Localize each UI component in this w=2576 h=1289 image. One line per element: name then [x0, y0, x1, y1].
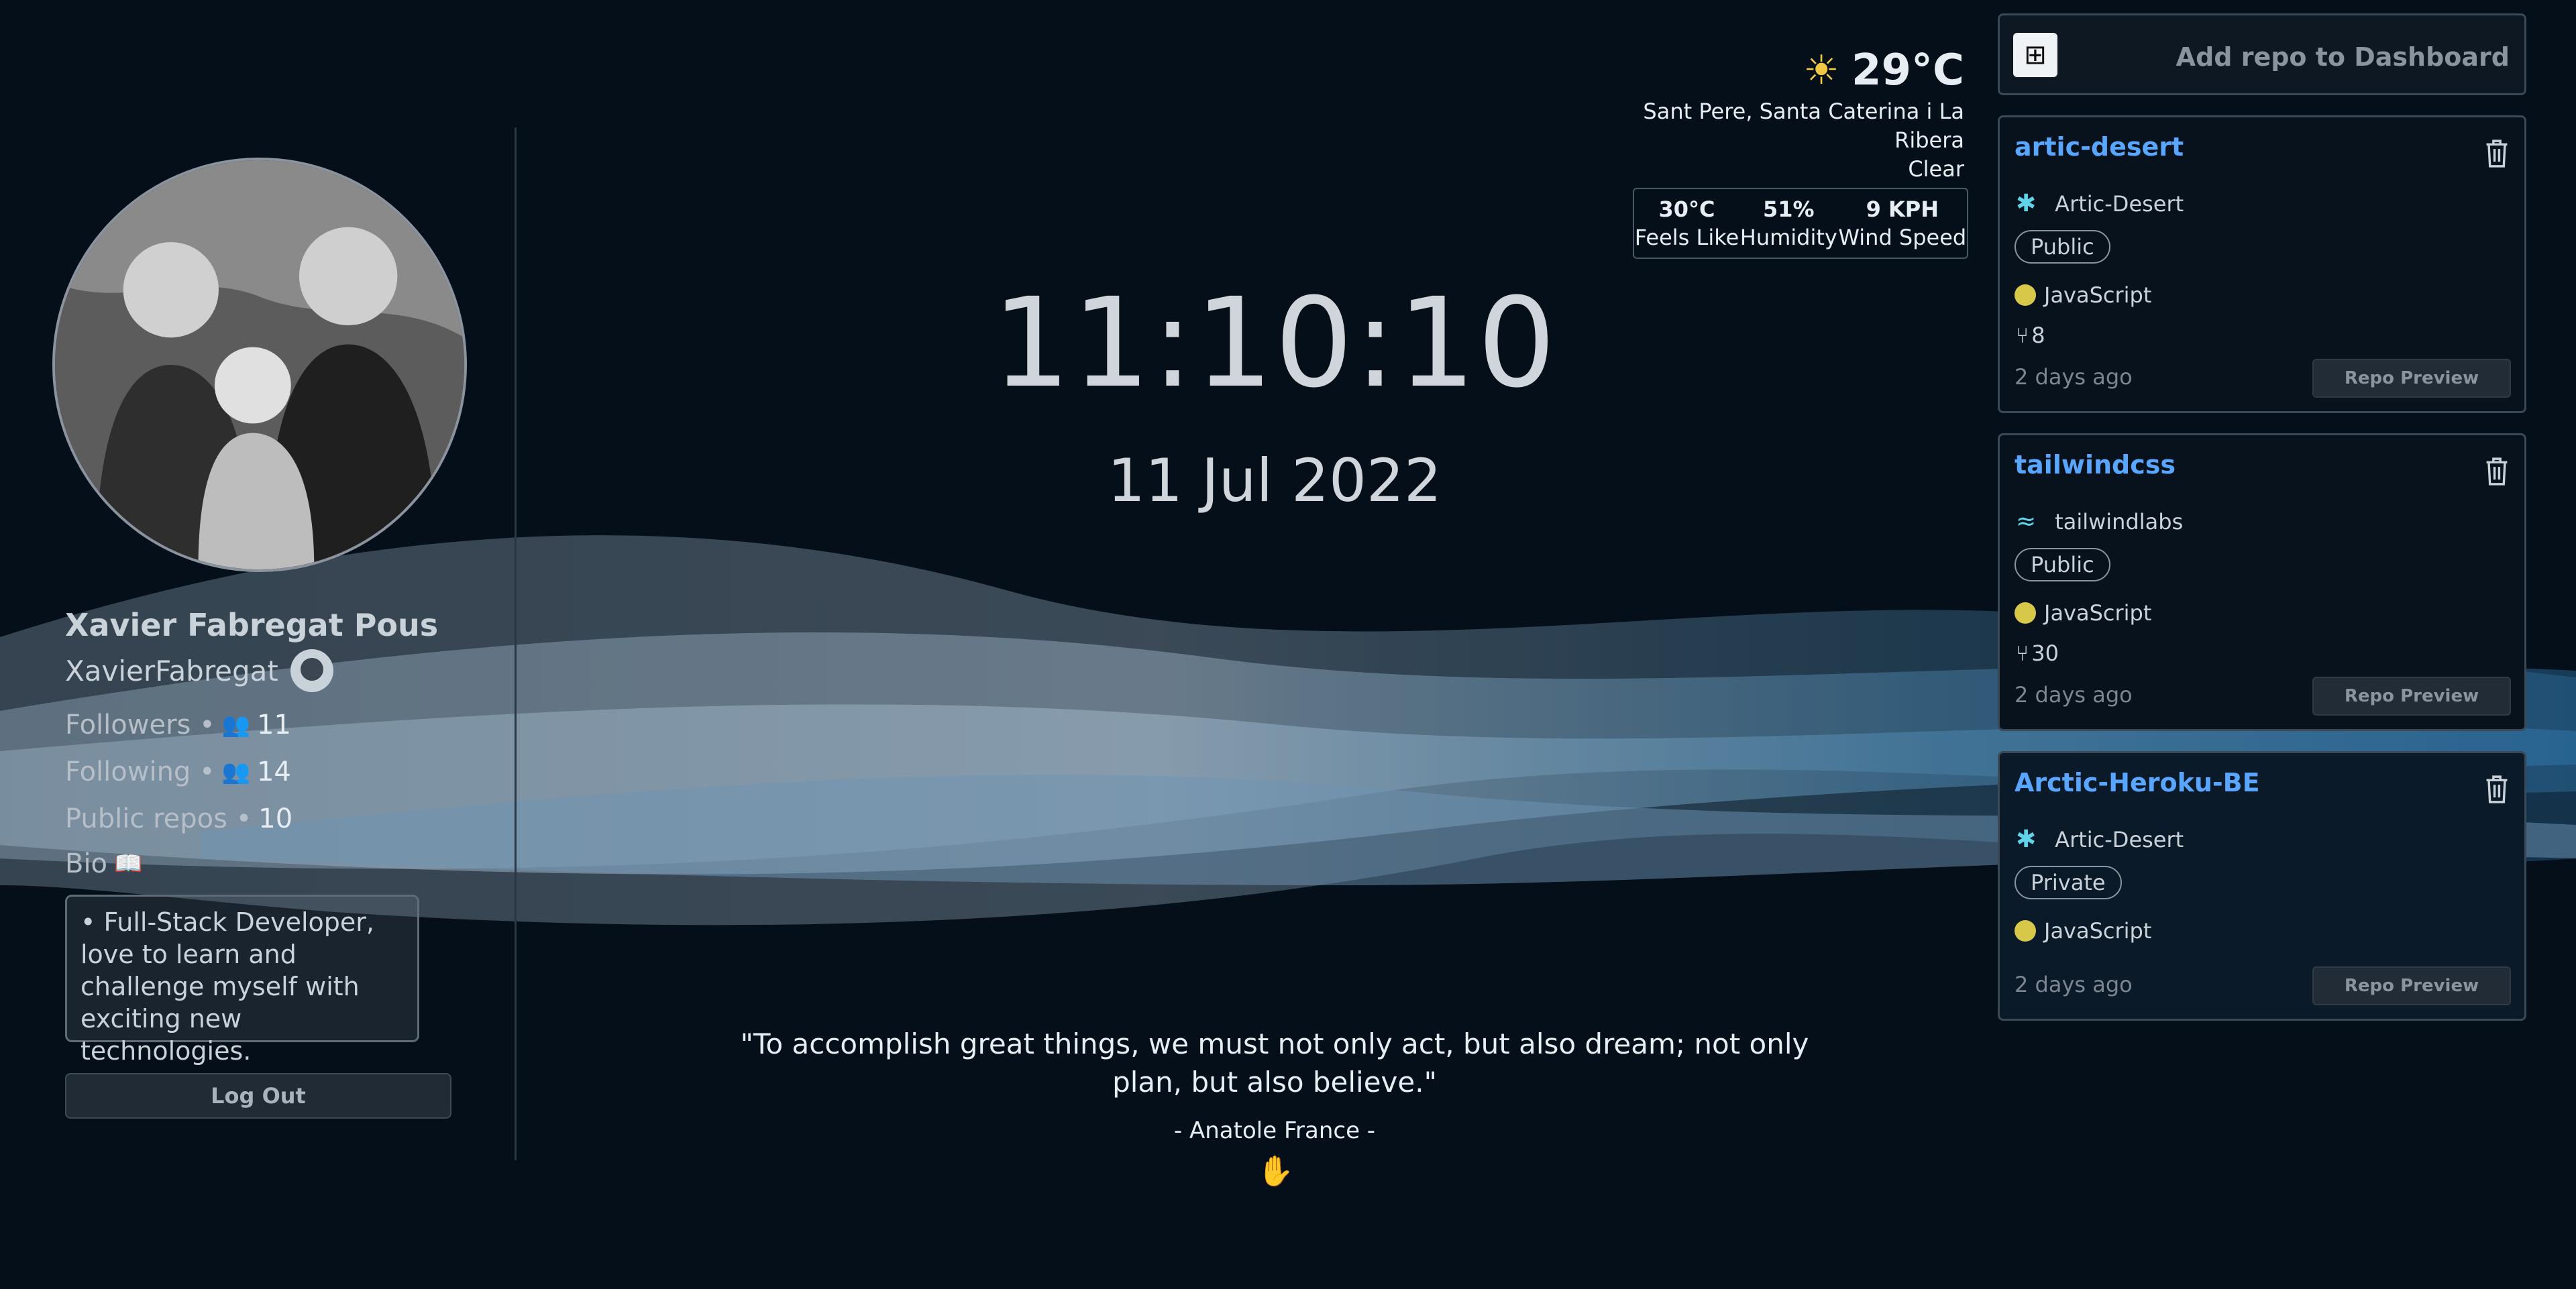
bio-label: Bio [65, 848, 108, 879]
followers-count: 11 [257, 710, 291, 740]
fork-icon: ⑂ [2016, 640, 2029, 666]
weather-header: ☀ 29°C [1803, 46, 1964, 95]
repo-name[interactable]: Arctic-Heroku-BE [2015, 768, 2260, 797]
repos-stat: Public repos • 10 [65, 803, 292, 834]
trash-icon[interactable] [2483, 455, 2511, 488]
sun-icon: ☀ [1803, 47, 1839, 94]
feels-like: 30°C Feels Like [1635, 197, 1739, 250]
humidity-label: Humidity [1739, 225, 1837, 250]
weather-condition: Clear [1908, 156, 1964, 182]
followers-stat: Followers • 👥 11 [65, 710, 291, 740]
repos-count: 10 [258, 803, 293, 834]
repo-language: JavaScript [2044, 600, 2152, 626]
repos-label: Public repos • [65, 803, 252, 834]
trash-icon[interactable] [2483, 773, 2511, 805]
visibility-badge: Private [2015, 866, 2122, 899]
updated-time: 2 days ago [2015, 682, 2133, 708]
profile-name: Xavier Fabregat Pous [65, 607, 439, 643]
fork-row: ⑂ 30 [2016, 640, 2059, 666]
repo-card: tailwindcss ≈ tailwindlabs Public JavaSc… [1998, 433, 2526, 731]
repo-language: JavaScript [2044, 918, 2152, 944]
add-repo-button[interactable]: ⊞ Add repo to Dashboard [1998, 13, 2526, 95]
repo-name[interactable]: artic-desert [2015, 132, 2184, 162]
fork-icon: ⑂ [2016, 323, 2029, 348]
repo-preview-button[interactable]: Repo Preview [2312, 677, 2511, 716]
book-icon: 📖 [114, 850, 143, 877]
following-label: Following • [65, 756, 215, 787]
refresh-quote-icon[interactable]: ✋ [1257, 1154, 1294, 1188]
repo-owner-row: ✱ Artic-Desert [2016, 190, 2184, 217]
profile-login-row: XavierFabregat [65, 649, 333, 692]
weather-location: Sant Pere, Santa Caterina i La Ribera [1643, 99, 1964, 153]
feels-like-label: Feels Like [1634, 225, 1739, 250]
repo-owner: Artic-Desert [2055, 826, 2184, 852]
feels-like-value: 30°C [1658, 197, 1715, 222]
bio-text: • Full-Stack Developer, love to learn an… [65, 895, 419, 1066]
trash-icon[interactable] [2483, 137, 2511, 170]
fork-count: 8 [2031, 323, 2045, 348]
weather-location-block: Sant Pere, Santa Caterina i La Ribera Cl… [1615, 97, 1964, 184]
tailwind-logo-icon: ≈ [2016, 508, 2037, 535]
clock-time: 11:10:10 [991, 272, 1558, 415]
updated-time: 2 days ago [2015, 364, 2133, 390]
language-row: JavaScript [2015, 918, 2151, 944]
repo-card: Arctic-Heroku-BE ✱ Artic-Desert Private … [1998, 751, 2526, 1021]
wind-speed: 9 KPH Wind Speed [1838, 197, 1966, 250]
clock-date: 11 Jul 2022 [1107, 446, 1442, 515]
repo-card: artic-desert ✱ Artic-Desert Public JavaS… [1998, 115, 2526, 413]
github-icon[interactable] [290, 649, 333, 692]
language-dot-icon [2015, 920, 2036, 942]
followers-label: Followers • [65, 710, 215, 740]
weather-temp: 29°C [1851, 46, 1964, 95]
quote-author: - Anatole France - [1173, 1117, 1376, 1144]
profile-divider [515, 127, 517, 1160]
repo-preview-button[interactable]: Repo Preview [2312, 359, 2511, 398]
humidity: 51% Humidity [1740, 197, 1837, 250]
followers-icon: 👥 [221, 712, 251, 738]
language-row: JavaScript [2015, 282, 2151, 308]
visibility-badge: Public [2015, 548, 2110, 581]
logout-button[interactable]: Log Out [65, 1073, 451, 1119]
owner-avatar-icon: ✱ [2016, 190, 2037, 217]
owner-avatar-icon: ✱ [2016, 826, 2037, 853]
language-dot-icon [2015, 284, 2036, 306]
repo-owner-row: ✱ Artic-Desert [2016, 826, 2184, 853]
repo-owner: Artic-Desert [2055, 190, 2184, 217]
profile-login: XavierFabregat [65, 654, 278, 687]
updated-time: 2 days ago [2015, 972, 2133, 997]
weather-details: 30°C Feels Like 51% Humidity 9 KPH Wind … [1633, 188, 1968, 259]
repo-owner: tailwindlabs [2055, 508, 2184, 535]
repo-name[interactable]: tailwindcss [2015, 450, 2176, 480]
fork-row: ⑂ 8 [2016, 323, 2045, 348]
wind-label: Wind Speed [1838, 225, 1967, 250]
fork-count: 30 [2031, 640, 2059, 666]
following-stat: Following • 👥 14 [65, 756, 291, 787]
add-repo-label: Add repo to Dashboard [2176, 42, 2510, 72]
quote-text: "To accomplish great things, we must not… [740, 1027, 1809, 1099]
profile-avatar [52, 158, 467, 572]
repo-preview-button[interactable]: Repo Preview [2312, 966, 2511, 1005]
add-folder-icon: ⊞ [2013, 33, 2057, 77]
repo-owner-row: ≈ tailwindlabs [2016, 508, 2183, 535]
following-icon: 👥 [221, 759, 250, 785]
language-dot-icon [2015, 602, 2036, 624]
humidity-value: 51% [1763, 197, 1815, 222]
language-row: JavaScript [2015, 600, 2151, 626]
repo-language: JavaScript [2044, 282, 2152, 308]
wind-value: 9 KPH [1866, 197, 1939, 222]
following-count: 14 [256, 756, 291, 787]
visibility-badge: Public [2015, 230, 2110, 264]
bio-heading: Bio 📖 [65, 848, 142, 879]
